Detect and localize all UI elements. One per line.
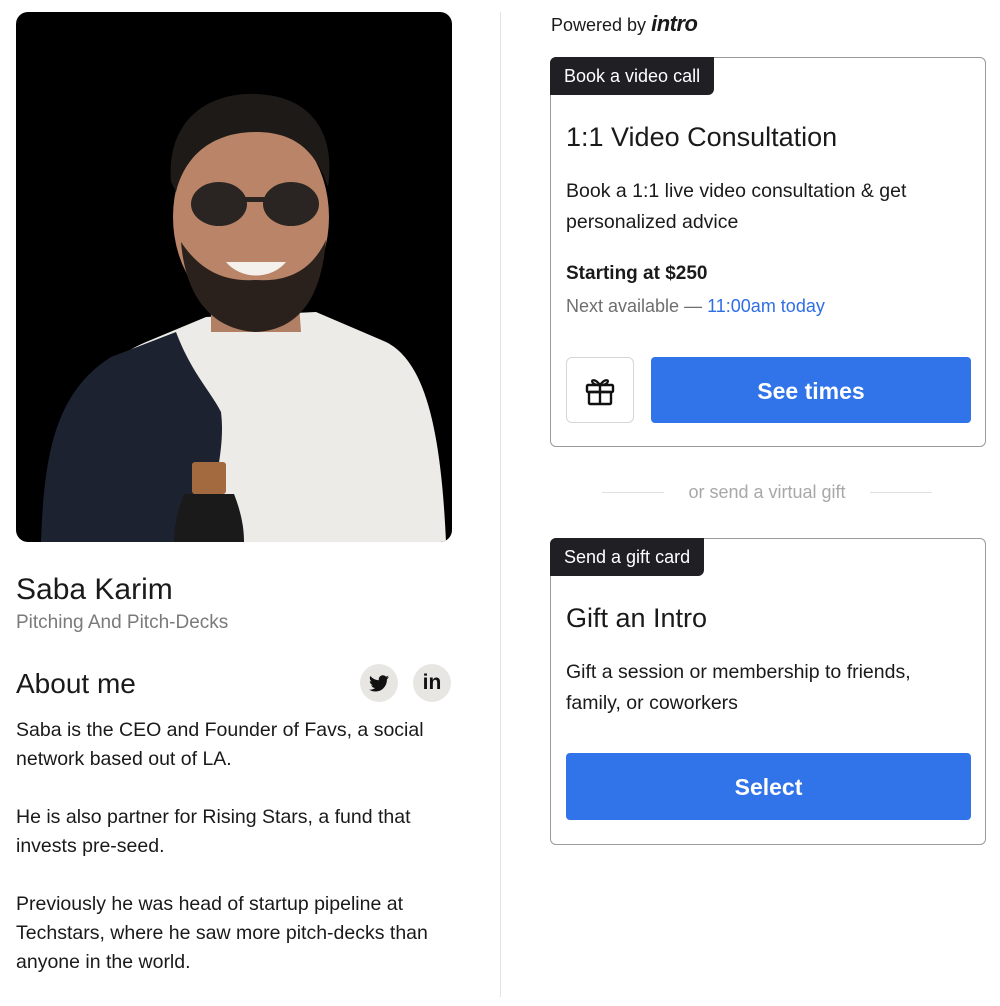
powered-by: Powered by intro xyxy=(551,10,698,39)
next-available-time[interactable]: 11:00am today xyxy=(707,296,825,316)
gift-card-tag: Send a gift card xyxy=(550,538,705,576)
gift-card-description: Gift a session or membership to friends,… xyxy=(566,661,911,714)
bio-paragraph: Previously he was head of startup pipeli… xyxy=(16,893,428,973)
linkedin-link[interactable]: in xyxy=(413,664,451,702)
video-call-card: Book a video call 1:1 Video Consultation… xyxy=(550,57,986,447)
about-heading: About me xyxy=(16,668,136,699)
next-available: Next available — 11:00am today xyxy=(566,296,825,317)
profile-name: Saba Karim xyxy=(16,573,173,606)
or-divider-text: or send a virtual gift xyxy=(688,482,846,502)
price-label: Starting at $250 xyxy=(566,263,708,284)
gift-card: Send a gift card Gift an Intro Gift a se… xyxy=(550,538,986,845)
select-button[interactable]: Select xyxy=(566,753,971,820)
linkedin-icon: in xyxy=(422,671,442,694)
next-available-label: Next available — xyxy=(566,296,703,316)
column-divider xyxy=(500,12,501,997)
see-times-button[interactable]: See times xyxy=(651,357,971,423)
profile-photo xyxy=(16,12,452,542)
gift-icon xyxy=(585,379,615,406)
bio-paragraph: Saba is the CEO and Founder of Favs, a s… xyxy=(16,719,424,770)
intro-logo[interactable]: intro xyxy=(651,11,698,36)
twitter-link[interactable] xyxy=(360,664,398,702)
gift-card-title: Gift an Intro xyxy=(566,603,708,633)
gift-button[interactable] xyxy=(566,357,634,423)
about-header: About me in xyxy=(16,664,452,704)
profile-column: Saba Karim Pitching And Pitch-Decks Abou… xyxy=(16,12,452,1006)
powered-by-label: Powered by xyxy=(551,15,647,35)
video-call-title: 1:1 Video Consultation xyxy=(566,122,838,152)
profile-subtitle: Pitching And Pitch-Decks xyxy=(16,612,229,633)
video-call-tag: Book a video call xyxy=(550,57,715,95)
about-bio: Saba is the CEO and Founder of Favs, a s… xyxy=(16,716,452,977)
bio-paragraph: He is also partner for Rising Stars, a f… xyxy=(16,806,411,857)
or-divider: or send a virtual gift xyxy=(602,480,932,506)
video-call-description: Book a 1:1 live video consultation & get… xyxy=(566,180,907,233)
twitter-icon xyxy=(369,674,389,691)
